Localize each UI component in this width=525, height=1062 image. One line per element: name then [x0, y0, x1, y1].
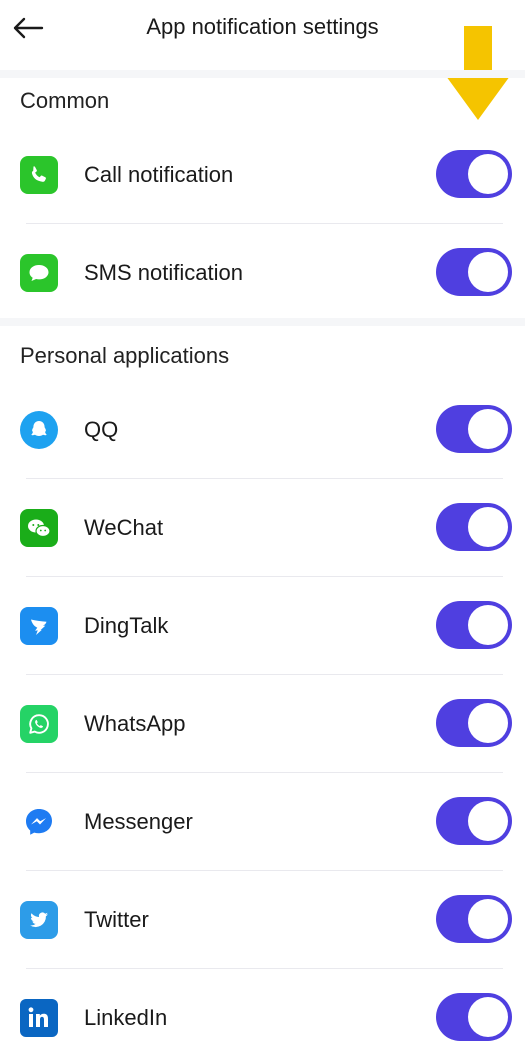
sms-notification-toggle[interactable]	[436, 248, 512, 296]
call-notification-toggle[interactable]	[436, 150, 512, 198]
wechat-toggle[interactable]	[436, 503, 512, 551]
list-item-qq: QQ	[0, 381, 525, 479]
section-title-personal-applications: Personal applications	[20, 343, 230, 368]
app-label: Messenger	[84, 809, 193, 834]
whatsapp-toggle[interactable]	[436, 699, 512, 747]
app-label: Call notification	[84, 162, 234, 187]
list-item-whatsapp: WhatsApp	[0, 675, 525, 773]
message-bubble-icon	[20, 254, 58, 292]
linkedin-icon	[20, 999, 58, 1037]
toggle-knob	[468, 703, 508, 743]
dingtalk-toggle[interactable]	[436, 601, 512, 649]
app-label: DingTalk	[84, 613, 169, 638]
qq-toggle[interactable]	[436, 405, 512, 453]
app-label: QQ	[84, 417, 119, 442]
list-item-linkedin: LinkedIn	[0, 969, 525, 1062]
app-label: WeChat	[84, 515, 164, 540]
messenger-icon	[20, 803, 58, 841]
app-label: LinkedIn	[84, 1005, 168, 1030]
app-label: Twitter	[84, 907, 149, 932]
toggle-knob	[468, 899, 508, 939]
toggle-knob	[468, 605, 508, 645]
phone-icon	[20, 156, 58, 194]
toggle-knob	[468, 801, 508, 841]
list-item-wechat: WeChat	[0, 479, 525, 577]
list-item-dingtalk: DingTalk	[0, 577, 525, 675]
list-item-messenger: Messenger	[0, 773, 525, 871]
section-separator	[0, 70, 525, 78]
list-item-twitter: Twitter	[0, 871, 525, 969]
toggle-knob	[468, 997, 508, 1037]
section-title-common: Common	[20, 88, 110, 113]
twitter-icon	[20, 901, 58, 939]
toggle-knob	[468, 409, 508, 449]
qq-icon	[20, 411, 58, 449]
toggle-knob	[468, 252, 508, 292]
dingtalk-icon	[20, 607, 58, 645]
messenger-toggle[interactable]	[436, 797, 512, 845]
toggle-knob	[468, 507, 508, 547]
list-item-call-notification: Call notification	[0, 126, 525, 224]
linkedin-toggle[interactable]	[436, 993, 512, 1041]
toggle-knob	[468, 154, 508, 194]
whatsapp-icon	[20, 705, 58, 743]
wechat-icon	[20, 509, 58, 547]
twitter-toggle[interactable]	[436, 895, 512, 943]
list-item-sms-notification: SMS notification	[0, 224, 525, 322]
section-separator	[0, 318, 525, 326]
app-label: SMS notification	[84, 260, 243, 285]
app-label: WhatsApp	[84, 711, 186, 736]
